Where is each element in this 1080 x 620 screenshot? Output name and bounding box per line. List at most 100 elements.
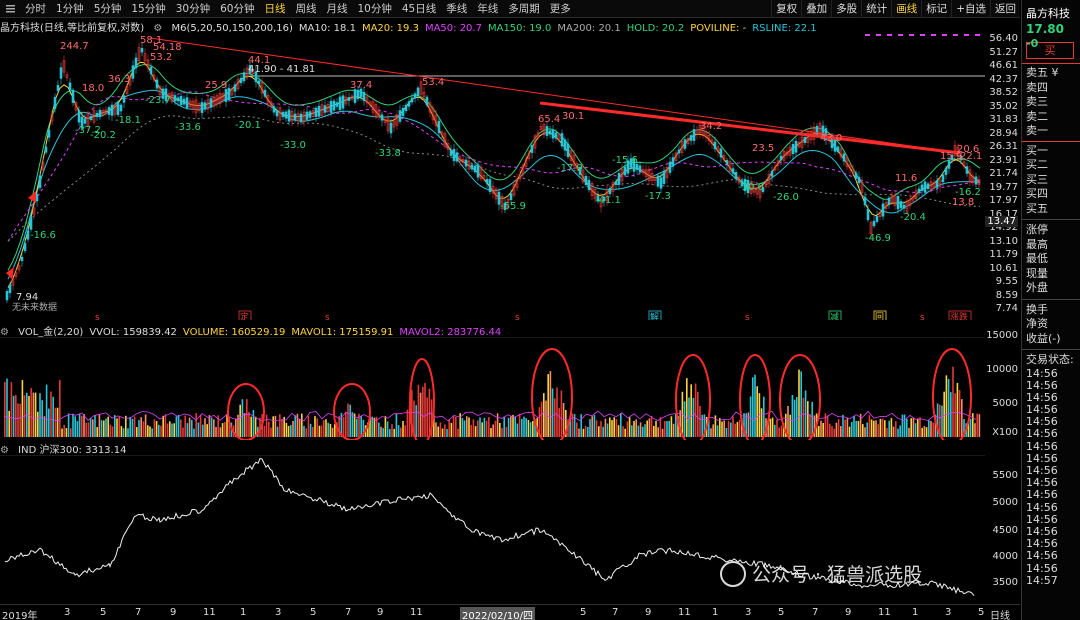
volume-bar [917,418,919,437]
event-marker[interactable]: 回 [875,312,884,320]
toolbar-button[interactable]: 复权 [771,0,801,18]
timeframe-tab[interactable]: 多周期 [503,0,545,18]
volume-bar [648,418,651,437]
sidebar-price: 17.80 -0 [1022,20,1080,50]
candle [182,98,186,105]
volume-bar [556,387,558,437]
toolbar-button[interactable]: 多股 [831,0,861,18]
volume-indicator-value: VOLUME: 160529.19 [182,327,286,337]
candle [623,166,627,176]
volume-bar [8,410,10,437]
toolbar-button[interactable]: 画线 [891,0,921,18]
candle [863,196,867,206]
event-marker[interactable]: 涨跌 [950,312,968,320]
timeframe-tab[interactable]: 分时 [20,0,51,18]
volume-bar [34,392,37,437]
candle [656,175,660,187]
timeframe-tab[interactable]: 60分钟 [215,0,259,18]
timeframe-tab[interactable]: 更多 [545,0,576,18]
volume-bar [50,391,52,437]
volume-bar [701,414,703,437]
event-marker[interactable]: 减 [830,311,839,320]
candle [329,100,333,113]
indicator-value: MA50: 20.7 [424,23,482,33]
volume-bar [840,426,842,437]
timeframe-tab[interactable]: 15分钟 [126,0,170,18]
volume-bar [129,416,131,437]
volume-bar [395,413,398,437]
indicator-value: MA10: 18.1 [298,23,356,33]
toolbar-button[interactable]: +自选 [951,0,990,18]
volume-bar [87,422,90,437]
volume-bar [943,391,945,437]
volume-bar [437,426,439,437]
timeframe-tab[interactable]: 年线 [472,0,503,18]
candle [881,203,885,217]
volume-axis: 15000 10000 5000 X100 [985,330,1020,440]
toolbar-button[interactable]: 统计 [861,0,891,18]
settings-icon[interactable]: ⚙ [153,23,162,33]
candle [770,171,774,177]
candle [335,102,339,107]
dividend-marker: s [325,313,330,320]
candle [107,107,111,115]
date-label: 7 [612,607,619,618]
volume-bar [85,422,87,437]
index-tick: 5500 [992,470,1018,481]
volume-bar [853,416,855,437]
toolbar-button[interactable]: 标记 [921,0,951,18]
divider [1022,219,1080,220]
toolbar-button[interactable]: 叠加 [801,0,831,18]
volume-bar [474,426,477,437]
volume-bar [829,423,831,437]
bars-icon[interactable] [3,2,17,16]
settings-icon[interactable]: ⚙ [0,445,9,455]
timeframe-tab[interactable]: 5分钟 [89,0,127,18]
settings-icon[interactable]: ⚙ [0,327,9,337]
volume-bar [848,426,851,437]
volume-bar [138,420,140,437]
candle [353,89,357,103]
timeframe-tab[interactable]: 月线 [322,0,353,18]
volume-chart[interactable] [0,337,985,440]
candle [29,216,33,230]
price-chart[interactable]: 244.758.154.1853.236.318.0 25.944.141.90 … [0,33,985,320]
candle [530,145,534,153]
candle [485,179,489,184]
volume-bar [164,414,167,437]
toolbar-button[interactable]: 返回 [990,0,1020,18]
volume-bar [17,403,19,437]
volume-bar [301,413,303,437]
volume-bar [356,418,358,437]
volume-bar [485,420,488,437]
candle [791,144,795,154]
timeframe-tab[interactable]: 30分钟 [171,0,215,18]
volume-highlight-circle[interactable] [932,348,972,440]
price-tick: 28.94 [989,127,1018,139]
candle [935,180,939,188]
timeframe-tab[interactable]: 10分钟 [353,0,397,18]
date-label: 2019年 [2,611,38,620]
buy-level: 买四 [1026,187,1048,200]
volume-bar [697,391,699,437]
candle [122,95,126,103]
timeframe-tab[interactable]: 45日线 [397,0,441,18]
timeframe-tab[interactable]: 周线 [291,0,322,18]
candle [401,107,405,117]
volume-bar [6,378,8,437]
timeframe-tab[interactable]: 日线 [260,0,291,18]
volume-bar [481,422,483,437]
event-marker[interactable]: 解 [650,311,659,320]
timeframe-tab[interactable]: 季线 [441,0,472,18]
volume-bar [659,417,662,437]
period-label: 日线 [990,611,1010,620]
volume-bar [191,419,193,437]
price-tick: 35.02 [989,100,1018,112]
trend-line-bold[interactable] [539,101,961,155]
candle [638,165,642,173]
event-marker[interactable]: 定 [240,311,249,320]
candle [551,129,555,139]
price-change: -0 [1026,37,1039,50]
price-tick: 10.61 [989,262,1018,274]
timeframe-tab[interactable]: 1分钟 [51,0,89,18]
